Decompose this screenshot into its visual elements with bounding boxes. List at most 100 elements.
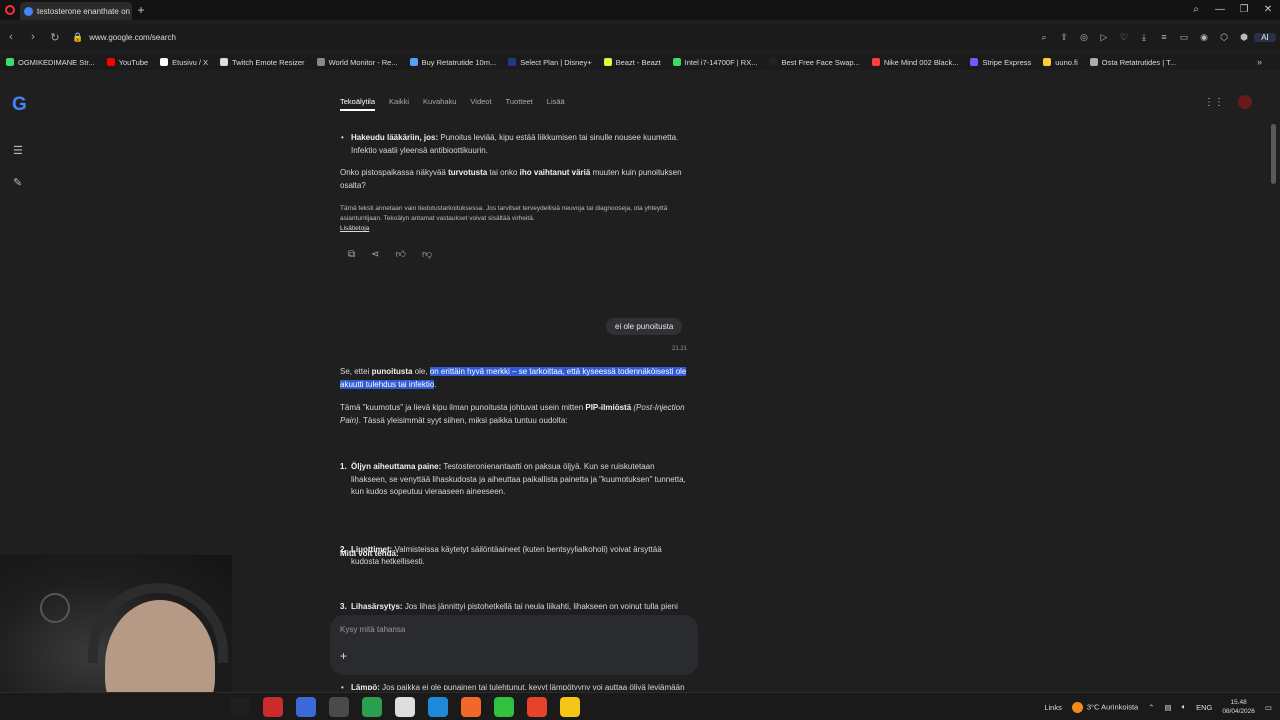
bookmark-label: Nike Mind 002 Black... [883, 57, 959, 67]
bookmark-item[interactable]: OGMIKEDIMANE Str... [0, 58, 101, 67]
bookmark-item[interactable]: YouTube [101, 58, 154, 67]
toolbar-icons: ⌕ ⇪ ◎ ▷ ♡ ⤓ ≡ ▭ ◉ ⬡ ⬢ AI [1034, 24, 1276, 50]
bookmark-label: YouTube [118, 57, 149, 67]
taskbar-app-icon[interactable] [527, 697, 547, 717]
opera-logo-icon[interactable] [0, 0, 20, 20]
weather-widget[interactable]: 3°C Aurinkoista [1071, 701, 1138, 713]
wallet-icon[interactable]: ▭ [1174, 32, 1194, 43]
bookmark-favicon-icon [508, 58, 517, 66]
minimize-button[interactable]: — [1208, 0, 1232, 20]
bookmark-favicon-icon [220, 58, 229, 66]
play-icon[interactable]: ▷ [1094, 32, 1114, 43]
taskbar-app-icon[interactable] [494, 697, 514, 717]
bookmark-item[interactable]: uuno.fi [1037, 58, 1084, 67]
taskbar-app-icon[interactable] [560, 697, 580, 717]
bookmark-item[interactable]: Select Plan | Disney+ [502, 58, 597, 67]
learn-more-link[interactable]: Lisätietoja [340, 225, 369, 232]
bookmark-label: World Monitor - Re... [328, 57, 398, 67]
volume-icon[interactable]: 🔈︎ [1182, 702, 1187, 712]
bookmark-item[interactable]: Stripe Express [964, 58, 1037, 67]
camera-icon[interactable]: ◎ [1074, 32, 1094, 43]
address-bar[interactable]: 🔒 www.google.com/search [72, 32, 176, 43]
bookmark-label: Stripe Express [982, 57, 1032, 67]
profile-icon[interactable]: ◉ [1194, 32, 1214, 43]
browser-tab[interactable]: testosterone enanthate on ✕ [20, 2, 132, 20]
bookmark-label: Buy Retatrutide 10m... [421, 57, 497, 67]
bookmark-item[interactable]: Twitch Emote Resizer [214, 58, 311, 67]
taskbar-app-icon[interactable] [329, 697, 349, 717]
thumbs-down-icon[interactable]: 👎︎ [422, 249, 432, 262]
prompt-input[interactable] [340, 625, 670, 634]
bookmark-item[interactable]: World Monitor - Re... [311, 58, 404, 67]
taskbar-app-icon[interactable] [362, 697, 382, 717]
bookmark-label: OGMIKEDIMANE Str... [18, 57, 95, 67]
reload-button[interactable]: ↻ [44, 31, 66, 44]
url-text[interactable]: www.google.com/search [89, 33, 176, 42]
copy-icon[interactable]: ⧉ [348, 249, 355, 262]
new-tab-button[interactable]: + [132, 3, 150, 17]
new-chat-icon[interactable]: ✎ [13, 176, 22, 189]
scrollbar[interactable] [1271, 124, 1276, 184]
extension-icon[interactable]: ⬡ [1214, 32, 1234, 43]
share-icon[interactable]: ⋖ [371, 249, 379, 262]
list-item: Lämpö: Jos paikka ei ole punainen tai tu… [340, 682, 690, 691]
history-icon[interactable]: ☰ [13, 144, 23, 157]
taskbar-app-icon[interactable] [461, 697, 481, 717]
headphones [88, 583, 228, 663]
bookmark-favicon-icon [6, 58, 14, 66]
bookmark-item[interactable]: Osta Retatrutides | T... [1084, 58, 1182, 67]
taskbar-app-icon[interactable] [263, 697, 283, 717]
user-message: ei ole punoitusta [606, 318, 683, 335]
list-item: Hakeudu lääkäriin, jos: Punoitus leviää,… [340, 132, 690, 157]
ai-button[interactable]: AI [1254, 32, 1276, 42]
avatar[interactable] [1238, 95, 1252, 109]
bookmark-item[interactable]: Nike Mind 002 Black... [866, 58, 965, 67]
bookmark-label: Beazt - Beazt [615, 57, 661, 67]
bookmark-label: Best Free Face Swap... [781, 57, 860, 67]
thumbs-up-icon[interactable]: 👍︎ [396, 249, 406, 262]
network-icon[interactable]: ▤ [1165, 703, 1172, 712]
answer-paragraph: Tämä "kuumotus" ja lievä kipu ilman puno… [340, 403, 685, 425]
bookmark-item[interactable]: Buy Retatrutide 10m... [404, 58, 503, 67]
google-logo-icon[interactable]: G [12, 94, 27, 116]
maximize-button[interactable]: ❐ [1232, 0, 1256, 20]
search-icon[interactable]: ⌕ [1184, 0, 1208, 20]
bookmark-item[interactable]: Intel i7-14700F | RX... [667, 58, 764, 67]
menu-icon[interactable]: ≡ [1154, 32, 1174, 42]
close-window-button[interactable]: ✕ [1256, 0, 1280, 20]
bookmark-favicon-icon [871, 58, 880, 66]
bookmark-item[interactable]: Best Free Face Swap... [763, 58, 865, 67]
taskbar-app-icon[interactable] [428, 697, 448, 717]
chevron-up-icon[interactable]: ⌃ [1148, 703, 1154, 712]
taskbar-app-icon[interactable] [296, 697, 316, 717]
share-icon[interactable]: ⇪ [1054, 32, 1074, 43]
extensions-icon[interactable]: ⬢ [1234, 32, 1254, 43]
language-indicator[interactable]: ENG [1196, 703, 1212, 712]
add-icon[interactable]: + [340, 649, 347, 663]
taskbar-app-icon[interactable] [230, 697, 250, 717]
apps-grid-icon[interactable]: ⋮⋮ [1204, 97, 1224, 108]
more-bookmarks-icon[interactable]: » [1257, 54, 1262, 70]
bookmark-favicon-icon [316, 58, 325, 66]
forward-button[interactable]: › [22, 31, 44, 43]
bookmark-favicon-icon [106, 58, 115, 66]
taskbar-apps [230, 693, 580, 720]
answer-paragraph: Se, ettei punoitusta ole, on erittäin hy… [340, 367, 687, 389]
heart-icon[interactable]: ♡ [1114, 32, 1134, 43]
bookmarks-bar: OGMIKEDIMANE Str... YouTube Etusivu / X Twi… [0, 54, 1280, 70]
disclaimer: Tämä teksti annetaan vain tiedotustarkoi… [340, 205, 668, 232]
notification-icon[interactable]: ▭ [1265, 703, 1272, 712]
microphone-icon [40, 593, 70, 623]
google-favicon-icon [24, 6, 33, 16]
bookmark-label: uuno.fi [1055, 57, 1078, 67]
bookmark-favicon-icon [409, 58, 418, 66]
back-button[interactable]: ‹ [0, 31, 22, 43]
clock[interactable]: 15.48 08/04/2026 [1222, 698, 1255, 716]
download-icon[interactable]: ⤓ [1134, 32, 1154, 43]
search-page-icon[interactable]: ⌕ [1034, 32, 1054, 43]
links-toolbar[interactable]: Links [1044, 703, 1062, 712]
taskbar-app-icon[interactable] [395, 697, 415, 717]
tab-bar: testosterone enanthate on ✕ + ⌕ — ❐ ✕ [0, 0, 1280, 20]
bookmark-item[interactable]: Etusivu / X [154, 58, 214, 67]
bookmark-item[interactable]: Beazt - Beazt [598, 58, 667, 67]
